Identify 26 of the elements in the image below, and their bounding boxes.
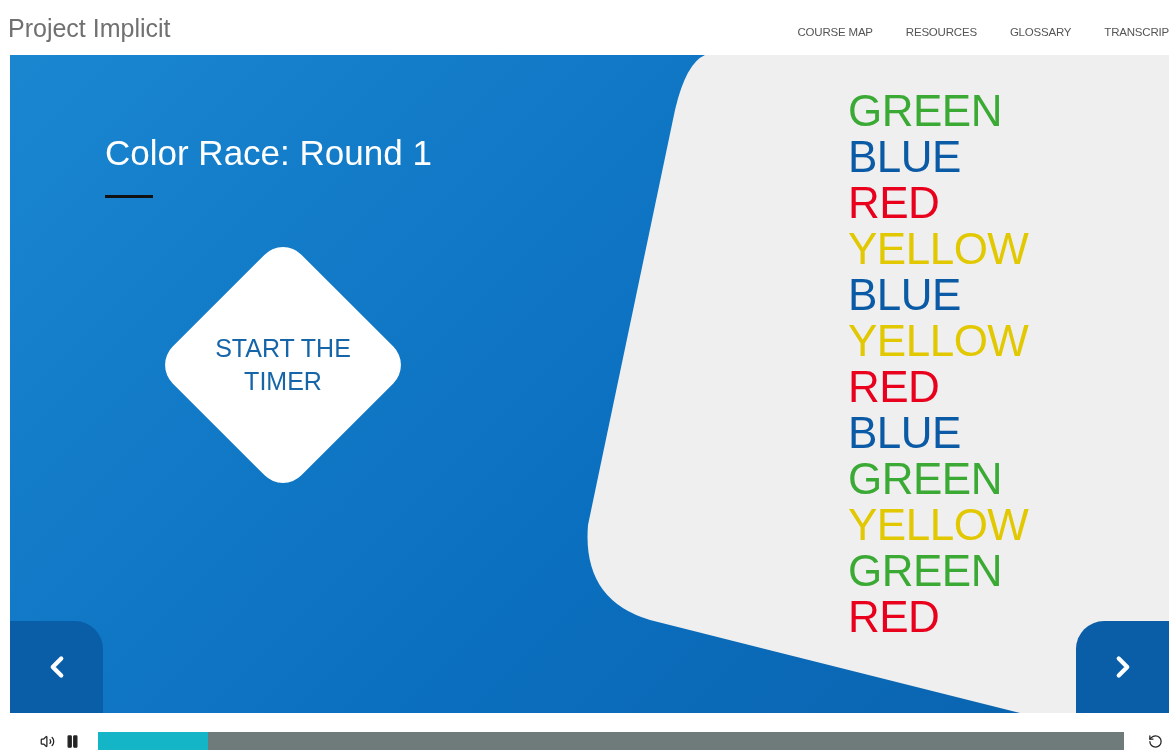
color-word: YELLOW — [848, 502, 1029, 548]
pause-button[interactable] — [65, 732, 80, 750]
progress-track[interactable] — [98, 732, 1124, 750]
nav-link[interactable]: GLOSSARY — [1009, 26, 1072, 38]
next-button[interactable] — [1076, 621, 1169, 713]
nav-link[interactable]: TRANSCRIP — [1104, 26, 1169, 38]
color-word: RED — [848, 594, 941, 640]
site-title: Project Implicit — [8, 14, 171, 43]
volume-icon — [40, 733, 55, 749]
nav-link[interactable]: COURSE MAP — [797, 26, 873, 38]
color-word: GREEN — [848, 548, 1003, 594]
color-word: BLUE — [848, 272, 962, 318]
color-word: BLUE — [848, 410, 962, 456]
color-word: GREEN — [848, 88, 1003, 134]
color-word: GREEN — [848, 456, 1003, 502]
pause-icon — [65, 733, 80, 749]
title-underline — [105, 195, 153, 198]
color-word: BLUE — [848, 134, 962, 180]
slide-title: Color Race: Round 1 — [105, 133, 433, 173]
replay-button[interactable] — [1148, 732, 1163, 750]
color-word: YELLOW — [848, 318, 1029, 364]
color-word: RED — [848, 180, 941, 226]
color-word: RED — [848, 364, 941, 410]
nav-link[interactable]: RESOURCES — [905, 26, 977, 38]
replay-icon — [1148, 733, 1163, 749]
color-word: YELLOW — [848, 226, 1029, 272]
